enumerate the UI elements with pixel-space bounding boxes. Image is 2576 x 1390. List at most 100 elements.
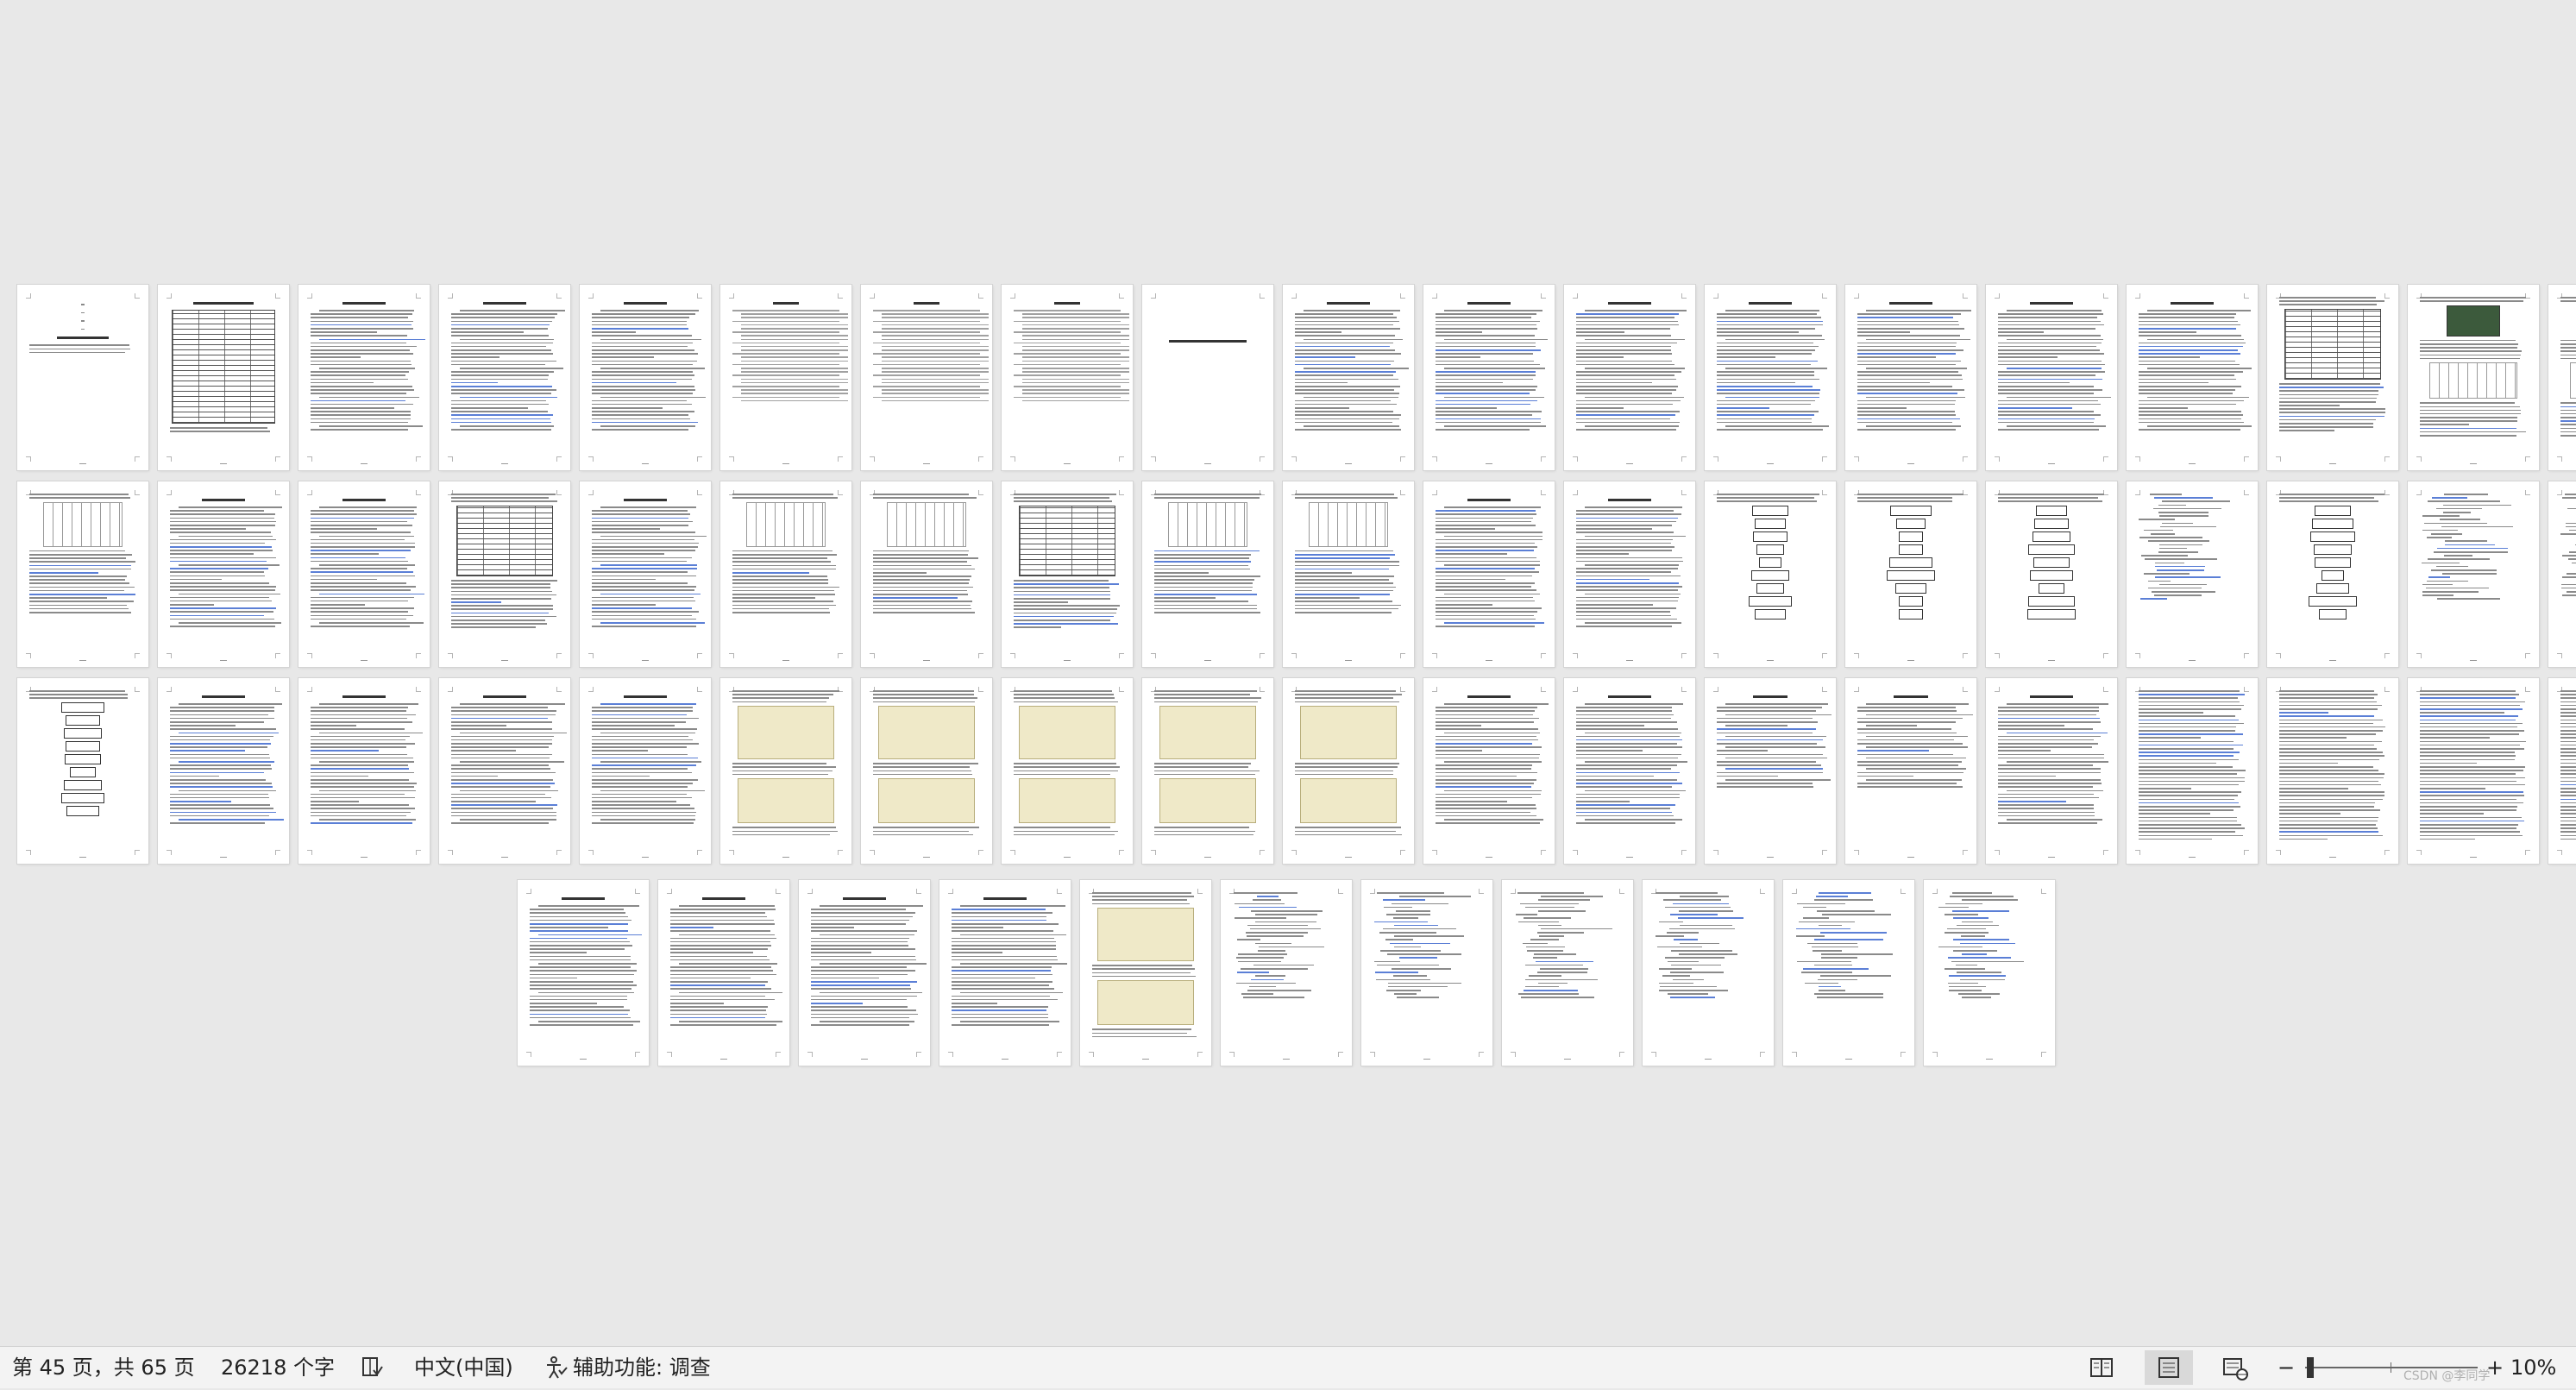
- page-thumbnail[interactable]: [1705, 285, 1836, 470]
- page-thumbnail[interactable]: [2548, 285, 2576, 470]
- margin-mark: [588, 653, 594, 658]
- page-thumbnail[interactable]: [298, 678, 430, 864]
- page-thumbnail[interactable]: [1142, 285, 1273, 470]
- page-thumbnail[interactable]: [1564, 678, 1695, 864]
- page-thumbnail[interactable]: [2548, 678, 2576, 864]
- margin-mark: [697, 850, 702, 855]
- print-layout-button[interactable]: [2145, 1350, 2193, 1385]
- page-thumbnail[interactable]: [1423, 285, 1555, 470]
- page-thumbnail[interactable]: [518, 880, 649, 1066]
- page-thumbnail[interactable]: [1423, 481, 1555, 667]
- zoom-slider-thumb[interactable]: [2307, 1357, 2314, 1378]
- page-content-text: [530, 892, 642, 1050]
- language-indicator[interactable]: 中文(中国): [414, 1355, 513, 1381]
- page-thumbnail[interactable]: [1142, 481, 1273, 667]
- page-thumbnail[interactable]: [1783, 880, 1914, 1066]
- page-thumbnail[interactable]: [1221, 880, 1352, 1066]
- page-number-mark: [439, 857, 570, 859]
- margin-mark: [2103, 456, 2108, 462]
- page-thumbnail[interactable]: [439, 678, 570, 864]
- margin-mark: [1681, 850, 1687, 855]
- page-thumbnail[interactable]: [1002, 285, 1133, 470]
- page-thumbnail[interactable]: [1924, 880, 2055, 1066]
- print-layout-icon: [2158, 1357, 2179, 1378]
- page-thumbnail[interactable]: [861, 285, 992, 470]
- page-thumbnail[interactable]: [17, 481, 148, 667]
- spellcheck-book-icon[interactable]: [361, 1355, 383, 1380]
- page-thumbnail[interactable]: [1845, 285, 1976, 470]
- word-count-indicator[interactable]: 26218 个字: [221, 1355, 335, 1381]
- page-number-mark: [939, 1059, 1071, 1060]
- page-thumbnail[interactable]: [1986, 678, 2117, 864]
- page-thumbnail[interactable]: [1643, 880, 1774, 1066]
- margin-mark: [1432, 653, 1437, 658]
- page-number-mark: [2127, 660, 2258, 662]
- page-thumbnail[interactable]: [1564, 481, 1695, 667]
- page-thumbnail[interactable]: [799, 880, 930, 1066]
- page-thumbnail[interactable]: [2548, 481, 2576, 667]
- page-count-indicator[interactable]: 第 45 页，共 65 页: [12, 1355, 195, 1381]
- page-thumbnail[interactable]: [2408, 678, 2539, 864]
- page-thumbnail[interactable]: [1080, 880, 1211, 1066]
- page-thumbnail[interactable]: [439, 285, 570, 470]
- page-thumbnail[interactable]: [1986, 481, 2117, 667]
- page-thumbnail[interactable]: [580, 285, 711, 470]
- page-thumbnail[interactable]: [2127, 481, 2258, 667]
- page-thumbnail[interactable]: [17, 285, 148, 470]
- page-thumbnail[interactable]: [2267, 481, 2398, 667]
- page-content-text: [311, 494, 424, 651]
- page-thumbnail[interactable]: [1361, 880, 1492, 1066]
- margin-mark: [1511, 1052, 1516, 1057]
- page-thumbnail[interactable]: [1845, 481, 1976, 667]
- page-thumbnail[interactable]: [158, 285, 289, 470]
- page-thumbnail[interactable]: [2408, 481, 2539, 667]
- page-thumbnail[interactable]: [2127, 285, 2258, 470]
- page-thumbnail[interactable]: [580, 481, 711, 667]
- zoom-level[interactable]: 10%: [2510, 1355, 2556, 1381]
- accessibility-person-icon[interactable]: [543, 1355, 568, 1380]
- read-mode-button[interactable]: [2077, 1350, 2126, 1385]
- page-thumbnail[interactable]: [1283, 678, 1414, 864]
- page-thumbnail[interactable]: [1142, 678, 1273, 864]
- page-thumbnail[interactable]: [1564, 285, 1695, 470]
- page-thumbnail[interactable]: [1423, 678, 1555, 864]
- page-thumbnail[interactable]: [861, 481, 992, 667]
- page-thumbnail[interactable]: [2408, 285, 2539, 470]
- page-thumbnail[interactable]: [1502, 880, 1633, 1066]
- page-content-text: [170, 494, 283, 651]
- page-thumbnail[interactable]: [939, 880, 1071, 1066]
- page-thumbnail[interactable]: [2267, 285, 2398, 470]
- zoom-out-button[interactable]: −: [2278, 1355, 2295, 1381]
- margin-mark: [697, 653, 702, 658]
- web-layout-button[interactable]: [2210, 1350, 2259, 1385]
- page-thumbnail[interactable]: [17, 678, 148, 864]
- page-thumbnail[interactable]: [2127, 678, 2258, 864]
- page-thumbnail[interactable]: [439, 481, 570, 667]
- accessibility-indicator[interactable]: 辅助功能: 调查: [573, 1355, 711, 1381]
- page-thumbnail[interactable]: [298, 481, 430, 667]
- margin-mark: [838, 456, 843, 462]
- page-thumbnail[interactable]: [861, 678, 992, 864]
- page-thumbnail[interactable]: [1002, 481, 1133, 667]
- page-thumbnail[interactable]: [2267, 678, 2398, 864]
- page-thumbnail[interactable]: [720, 285, 851, 470]
- zoom-slider-track[interactable]: [2305, 1367, 2478, 1368]
- page-thumbnail[interactable]: [1283, 481, 1414, 667]
- page-thumbnail[interactable]: [1845, 678, 1976, 864]
- page-thumbnail[interactable]: [1986, 285, 2117, 470]
- page-thumbnail[interactable]: [658, 880, 789, 1066]
- margin-mark: [1119, 653, 1124, 658]
- page-number-mark: [1564, 660, 1695, 662]
- page-thumbnail[interactable]: [158, 678, 289, 864]
- page-thumbnail[interactable]: [298, 285, 430, 470]
- page-thumbnail[interactable]: [1283, 285, 1414, 470]
- page-thumbnail[interactable]: [720, 481, 851, 667]
- page-thumbnail[interactable]: [720, 678, 851, 864]
- document-canvas[interactable]: [0, 0, 2576, 1346]
- page-thumbnail[interactable]: [580, 678, 711, 864]
- page-thumbnail[interactable]: [1705, 481, 1836, 667]
- page-thumbnail[interactable]: [158, 481, 289, 667]
- page-thumbnail[interactable]: [1002, 678, 1133, 864]
- page-thumbnail[interactable]: [1705, 678, 1836, 864]
- margin-mark: [1963, 456, 1968, 462]
